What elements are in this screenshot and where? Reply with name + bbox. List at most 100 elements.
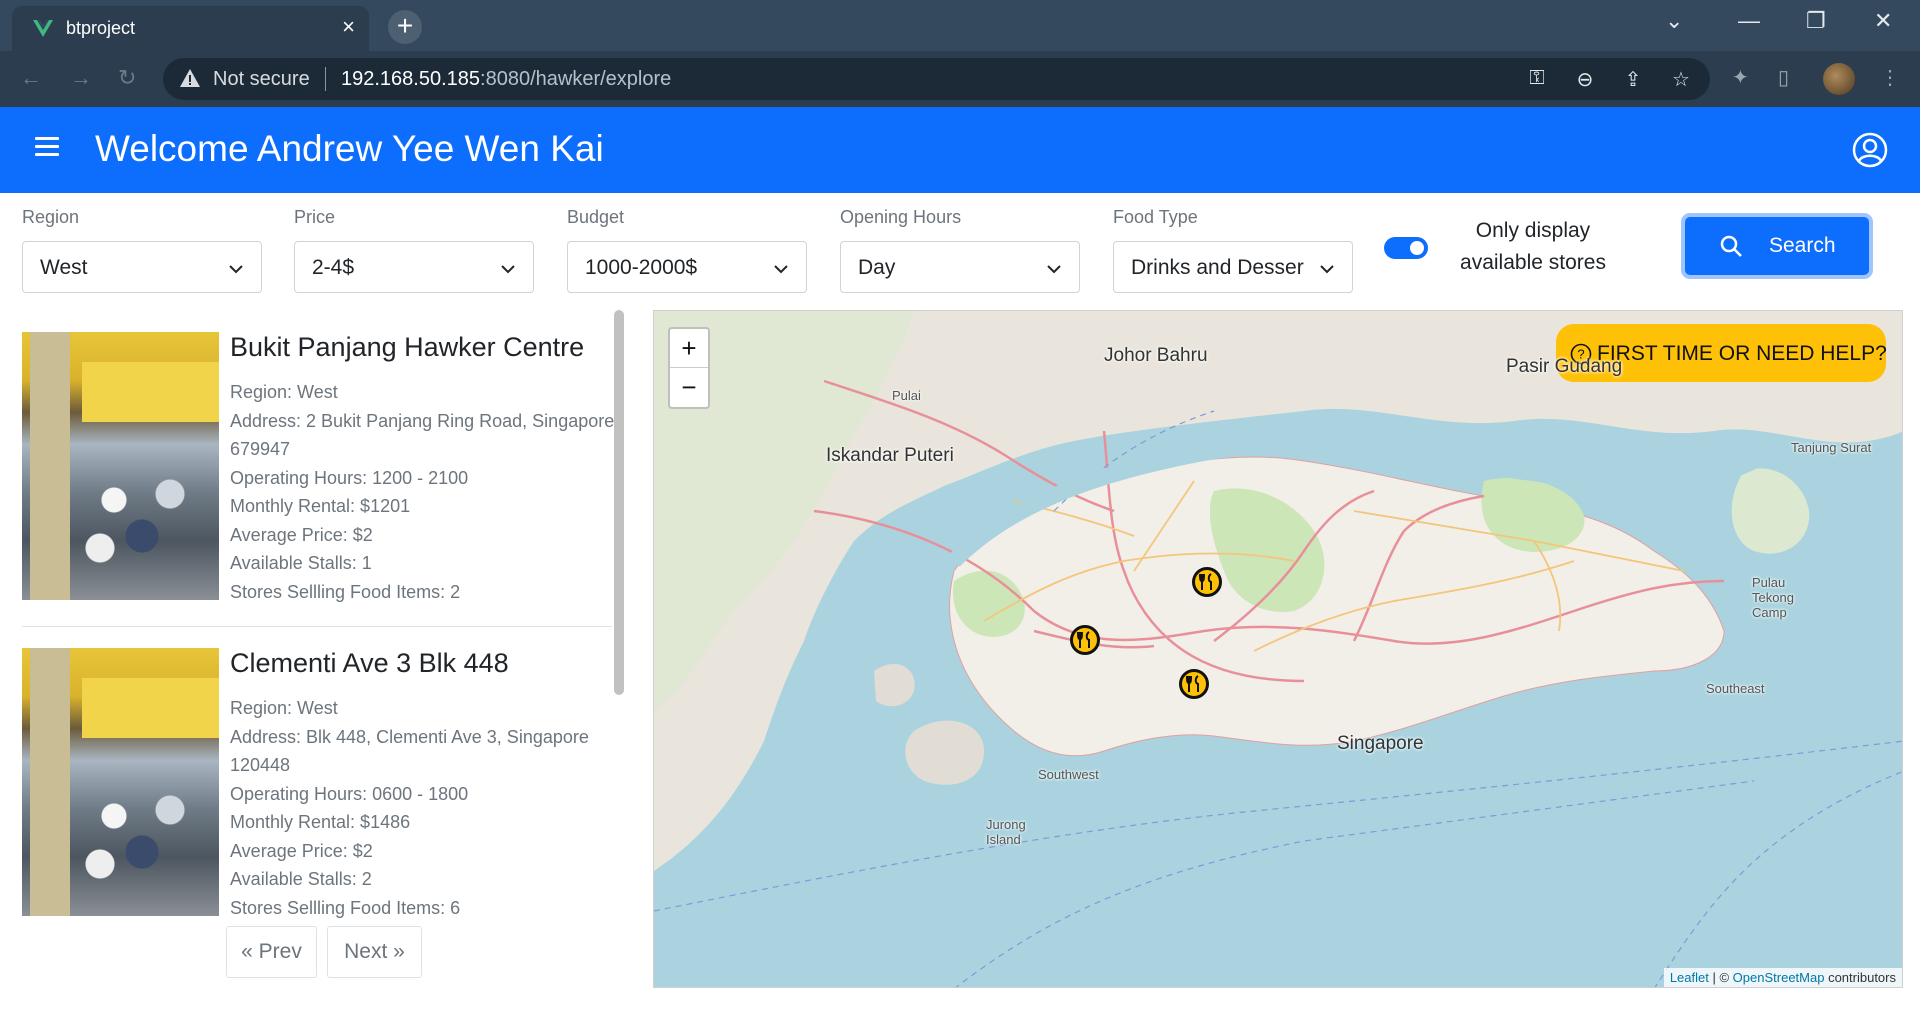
map-label-southeast: Southeast — [1706, 681, 1765, 696]
side-panel-icon[interactable]: ▯ — [1778, 65, 1806, 93]
zoom-icon[interactable]: ⊖ — [1573, 67, 1597, 91]
zoom-control: + − — [668, 327, 710, 409]
utensils-icon — [1186, 675, 1199, 692]
filter-region: Region West — [22, 207, 262, 293]
prev-page-button[interactable]: « Prev — [226, 926, 317, 978]
hawker-photo — [22, 332, 219, 600]
hawker-details: Region: West Address: 2 Bukit Panjang Ri… — [230, 378, 630, 606]
hawker-marker[interactable] — [1070, 625, 1100, 655]
hawker-name[interactable]: Bukit Panjang Hawker Centre — [230, 332, 584, 363]
share-icon[interactable]: ⇪ — [1621, 67, 1645, 91]
url-path: :8080/hawker/explore — [480, 68, 672, 90]
hawker-hours: Operating Hours: 1200 - 2100 — [230, 467, 469, 488]
key-icon[interactable]: ⚿ — [1525, 67, 1549, 91]
hawker-address: Address: Blk 448, Clementi Ave 3, Singap… — [230, 726, 589, 776]
chevron-down-icon — [1047, 265, 1061, 274]
hawker-details: Region: West Address: Blk 448, Clementi … — [230, 694, 630, 922]
hawker-list: Bukit Panjang Hawker Centre Region: West… — [0, 310, 630, 1020]
forward-icon[interactable]: → — [70, 65, 92, 91]
budget-select[interactable]: 1000-2000$ — [567, 241, 807, 293]
bookmark-star-icon[interactable]: ☆ — [1669, 67, 1693, 91]
filter-region-label: Region — [22, 207, 80, 227]
tab-search-icon[interactable]: ⌄ — [1665, 8, 1683, 34]
app-header: Welcome Andrew Yee Wen Kai — [0, 107, 1920, 193]
hawker-address: Address: 2 Bukit Panjang Ring Road, Sing… — [230, 410, 615, 460]
browser-tabstrip: btproject × + ⌄ — ❐ ✕ — [0, 0, 1920, 51]
map-attribution: Leaflet | © OpenStreetMap contributors — [1663, 968, 1902, 987]
map-label-iskandar-puteri: Iskandar Puteri — [826, 445, 954, 466]
filter-food-type: Food Type Drinks and Desser — [1113, 207, 1353, 293]
map-label-pulai: Pulai — [892, 388, 921, 403]
map-label-johor-bahru: Johor Bahru — [1104, 345, 1208, 366]
search-icon — [1720, 235, 1742, 257]
opening-hours-select-value: Day — [858, 256, 896, 279]
hawker-marker[interactable] — [1179, 669, 1209, 699]
security-status[interactable]: Not secure — [213, 68, 310, 91]
omnibox-separator — [325, 67, 326, 91]
map-label-jurong-island: Jurong Island — [986, 817, 1026, 847]
vue-logo-icon — [33, 20, 53, 37]
hawker-photo — [22, 648, 219, 916]
filter-food-type-label: Food Type — [1113, 207, 1198, 227]
hawker-rental: Monthly Rental: $1486 — [230, 812, 411, 832]
warning-icon — [180, 69, 200, 87]
minimize-icon[interactable]: — — [1738, 8, 1760, 34]
help-button-label: FIRST TIME OR NEED HELP? — [1597, 342, 1887, 365]
filter-budget: Budget 1000-2000$ — [567, 207, 807, 293]
next-page-button[interactable]: Next » — [327, 926, 422, 978]
openstreetmap-link[interactable]: OpenStreetMap — [1733, 970, 1825, 985]
search-button-label: Search — [1769, 234, 1836, 257]
map-label-singapore: Singapore — [1337, 733, 1424, 754]
menu-dots-icon[interactable]: ⋮ — [1880, 65, 1908, 93]
zoom-in-button[interactable]: + — [670, 329, 708, 368]
opening-hours-select[interactable]: Day — [840, 241, 1080, 293]
welcome-title: Welcome Andrew Yee Wen Kai — [95, 128, 604, 169]
price-select[interactable]: 2-4$ — [294, 241, 534, 293]
list-scrollbar[interactable] — [614, 310, 624, 695]
region-select-value: West — [40, 256, 88, 279]
available-stores-toggle[interactable] — [1384, 237, 1428, 259]
browser-tab[interactable]: btproject × — [12, 6, 369, 51]
budget-select-value: 1000-2000$ — [585, 256, 698, 279]
back-icon[interactable]: ← — [20, 65, 42, 91]
filter-opening-hours-label: Opening Hours — [840, 207, 962, 227]
address-bar[interactable]: Not secure 192.168.50.185:8080/hawker/ex… — [163, 58, 1710, 100]
hamburger-menu-icon[interactable] — [35, 137, 59, 157]
hawker-stalls: Available Stalls: 1 — [230, 553, 372, 573]
zoom-out-button[interactable]: − — [670, 368, 708, 407]
hawker-name[interactable]: Clementi Ave 3 Blk 448 — [230, 648, 509, 679]
hawker-hours: Operating Hours: 0600 - 1800 — [230, 783, 469, 804]
utensils-icon — [1199, 573, 1212, 590]
chevron-down-icon — [774, 265, 788, 274]
food-type-select[interactable]: Drinks and Desser — [1113, 241, 1353, 293]
leaflet-link[interactable]: Leaflet — [1670, 970, 1709, 985]
close-window-icon[interactable]: ✕ — [1874, 8, 1892, 34]
new-tab-button[interactable]: + — [388, 10, 422, 44]
region-select[interactable]: West — [22, 241, 262, 293]
map-view[interactable]: + − ? FIRST TIME OR NEED HELP? Johor Bah… — [653, 310, 1903, 988]
hawker-food-items: Stores Sellling Food Items: 6 — [230, 897, 461, 918]
user-account-icon[interactable] — [1852, 132, 1888, 168]
toggle-label-line2: available stores — [1460, 251, 1606, 274]
attribution-suffix: contributors — [1824, 970, 1896, 985]
restore-icon[interactable]: ❐ — [1806, 8, 1826, 34]
hawker-region: Region: West — [230, 698, 338, 718]
profile-avatar[interactable] — [1823, 63, 1855, 95]
tab-title: btproject — [66, 18, 136, 38]
chevron-down-icon — [501, 265, 515, 274]
close-tab-icon[interactable]: × — [342, 15, 355, 39]
price-select-value: 2-4$ — [312, 256, 355, 279]
map-label-pulau-tekong: Pulau Tekong Camp — [1752, 575, 1794, 620]
reload-icon[interactable]: ↻ — [118, 65, 136, 91]
hawker-rental: Monthly Rental: $1201 — [230, 496, 411, 516]
filter-price: Price 2-4$ — [294, 207, 534, 293]
hawker-marker[interactable] — [1192, 567, 1222, 597]
toggle-label-line1: Only display — [1475, 219, 1591, 242]
utensils-icon — [1077, 631, 1090, 648]
url-text[interactable]: 192.168.50.185:8080/hawker/explore — [341, 68, 671, 91]
list-divider — [22, 626, 612, 627]
extensions-icon[interactable]: ✦ — [1732, 65, 1760, 93]
search-button[interactable]: Search — [1685, 217, 1869, 275]
hawker-stalls: Available Stalls: 2 — [230, 869, 372, 889]
food-type-select-value: Drinks and Desser — [1131, 256, 1304, 279]
